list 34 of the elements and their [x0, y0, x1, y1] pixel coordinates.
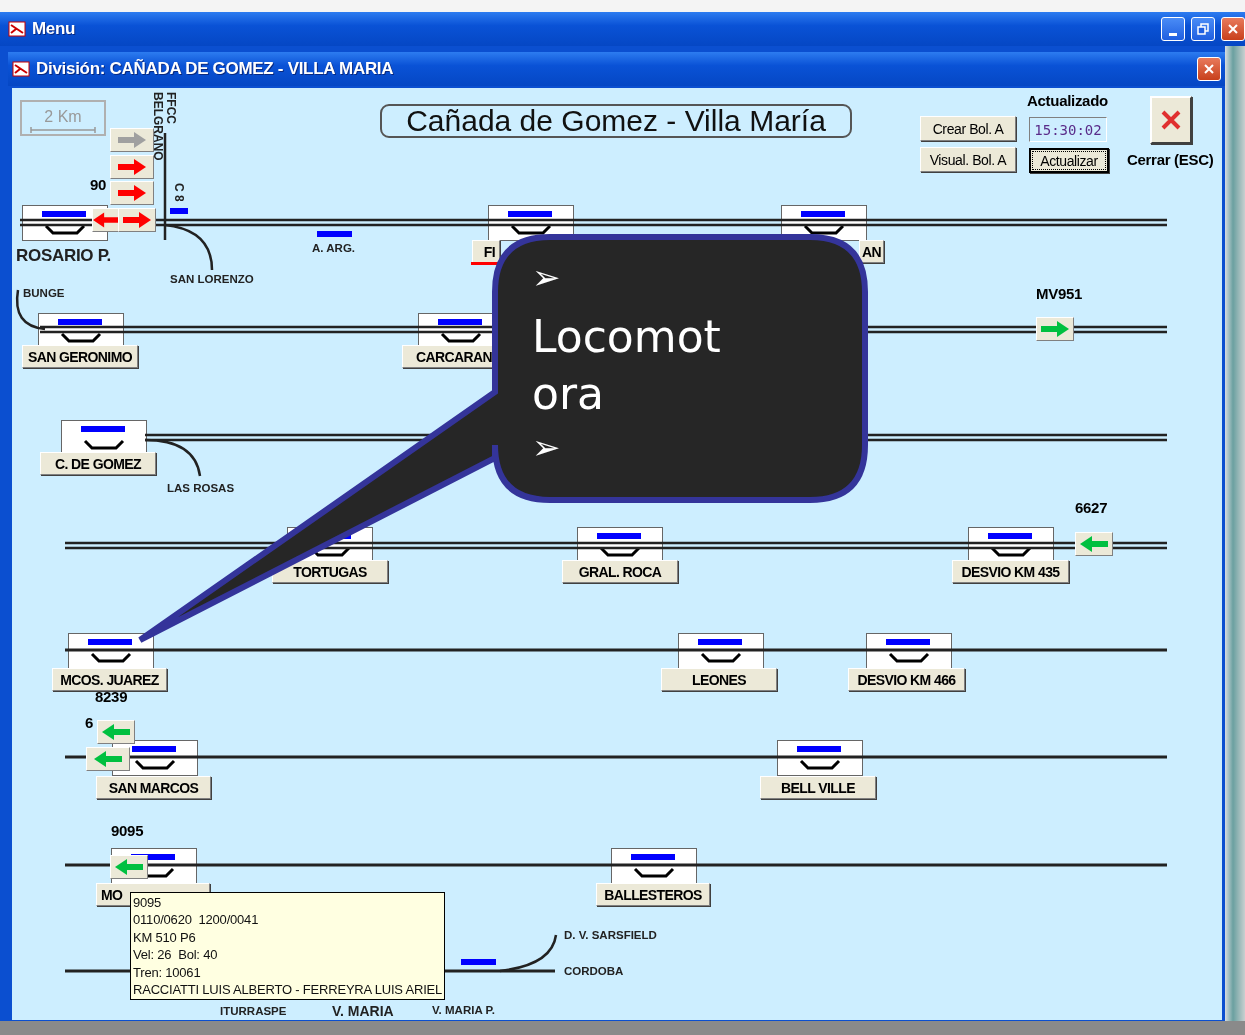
train-number: 6	[85, 714, 94, 731]
place-label: FFCC	[165, 92, 177, 124]
callout-text: Locomotora	[532, 310, 722, 422]
scale-label: 2 Km	[44, 108, 82, 126]
tooltip-line: 0110/0620 1200/0041	[133, 911, 260, 929]
place-label: ITURRASPE	[220, 1005, 287, 1017]
place-label: A. ARG.	[312, 242, 356, 254]
tooltip-line: Tren: 10061	[133, 963, 202, 982]
section-title: Cañada de Gomez - Villa María	[380, 104, 852, 138]
close-label: Cerrar (ESC)	[1127, 151, 1214, 168]
tooltip-line: 9095	[133, 894, 163, 912]
tooltip-line: KM 510 P6	[133, 928, 197, 947]
station-name: ROSARIO P.	[16, 246, 111, 266]
train-number: 6627	[1075, 499, 1108, 516]
place-label: SAN LORENZO	[170, 273, 254, 285]
train-number: 9095	[111, 822, 144, 839]
bullet-icon: ➢	[532, 255, 561, 300]
place-label: LAS ROSAS	[167, 482, 235, 494]
place-label: CORDOBA	[564, 965, 624, 977]
child-window-title: División: CAÑADA DE GOMEZ - VILLA MARIA	[36, 59, 395, 79]
place-label: BUNGE	[23, 287, 65, 299]
train-number: MV951	[1036, 285, 1083, 302]
place-label: C 8	[173, 183, 185, 202]
place-label: BELGRANO	[152, 92, 164, 161]
tooltip-line: RACCIATTI LUIS ALBERTO - FERREYRA LUIS ARIEL	[133, 981, 443, 999]
place-label: D. V. SARSFIELD	[564, 929, 657, 941]
train-number: 8239	[95, 688, 128, 705]
place-label: V. MARIA P.	[432, 1004, 495, 1016]
updated-label: Actualizado	[1027, 92, 1108, 109]
place-label: V. MARIA	[332, 1003, 394, 1019]
train-number: 90	[90, 176, 107, 193]
bullet-icon: ➢	[532, 425, 561, 470]
window-title: Menu	[32, 19, 77, 39]
tooltip-line: Vel: 26 Bol: 40	[133, 946, 219, 964]
